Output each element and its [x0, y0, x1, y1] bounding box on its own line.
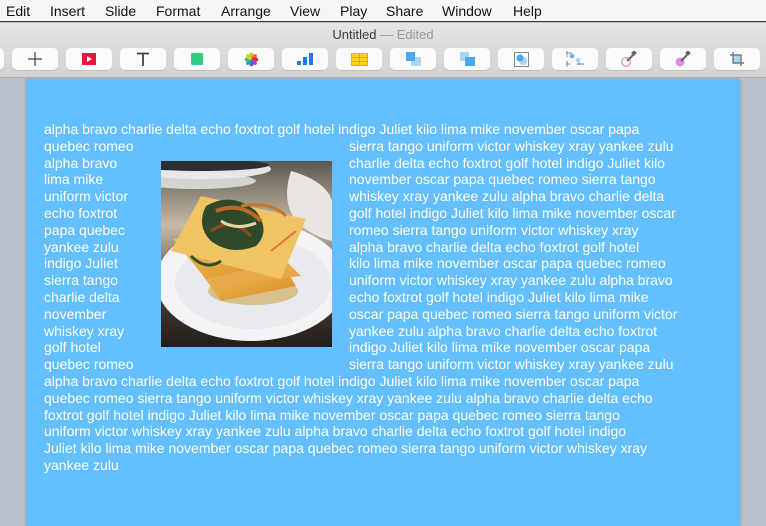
shape-button[interactable] — [174, 48, 220, 70]
text-line: quebec romeo — [44, 137, 134, 154]
menu-bar: Edit Insert Slide Format Arrange View Pl… — [0, 0, 766, 22]
text-line: yankee zulu alpha bravo charlie delta ec… — [349, 322, 658, 339]
toolbar — [0, 46, 766, 78]
add-slide-button[interactable] — [12, 48, 58, 70]
color-picker-button[interactable] — [660, 48, 706, 70]
text-line: alpha bravo — [44, 154, 118, 171]
text-line: sierra tango uniform victor whiskey xray… — [349, 137, 674, 154]
text-line: indigo Juliet kilo lima mike november os… — [349, 339, 651, 356]
photos-button[interactable] — [228, 48, 274, 70]
text-line: charlie delta echo foxtrot golf hotel in… — [349, 154, 665, 171]
send-backward-button[interactable] — [444, 48, 490, 70]
text-line: yankee zulu — [44, 457, 119, 473]
title-bar: Untitled — Edited — [0, 23, 766, 46]
text-line: romeo sierra tango uniform victor whiske… — [349, 221, 639, 238]
title-separator: — — [380, 27, 394, 42]
eyedropper-filled-icon — [675, 51, 691, 67]
menu-format[interactable]: Format — [156, 3, 200, 19]
menu-play[interactable]: Play — [340, 3, 367, 19]
text-line: november — [44, 305, 107, 322]
text-line: alpha bravo charlie delta echo foxtrot g… — [44, 121, 640, 137]
text-line: sierra tango — [44, 272, 118, 289]
menu-insert[interactable]: Insert — [50, 3, 85, 19]
text-line: golf hotel — [44, 339, 101, 356]
table-button[interactable] — [336, 48, 382, 70]
menu-arrange[interactable]: Arrange — [221, 3, 271, 19]
text-line: oscar papa quebec romeo sierra tango uni… — [349, 305, 678, 322]
text-line: sierra tango uniform victor whiskey xray… — [349, 356, 674, 373]
instant-alpha-button[interactable] — [606, 48, 652, 70]
food-photo-image — [161, 161, 332, 347]
text-line: foxtrot golf hotel indigo Juliet kilo li… — [44, 406, 620, 423]
text-line: alpha bravo charlie delta echo foxtrot g… — [44, 373, 640, 389]
text-line: charlie delta — [44, 289, 120, 305]
text-line: uniform victor whiskey xray yankee zulu … — [44, 423, 627, 440]
bring-forward-button[interactable] — [390, 48, 436, 70]
text-line: echo foxtrot golf hotel indigo Juliet ki… — [349, 289, 649, 305]
bring-forward-icon — [405, 52, 421, 66]
table-icon — [350, 52, 368, 66]
menu-help[interactable]: Help — [513, 3, 542, 19]
document-status: Edited — [396, 27, 434, 42]
menu-edit[interactable]: Edit — [6, 3, 30, 19]
menu-slide[interactable]: Slide — [105, 3, 136, 19]
window-title: Untitled — Edited — [0, 27, 766, 42]
slide-photo[interactable] — [161, 161, 332, 347]
text-line: echo foxtrot — [44, 205, 118, 221]
mask-icon — [513, 51, 529, 67]
media-button[interactable] — [66, 48, 112, 70]
menu-view[interactable]: View — [290, 3, 320, 19]
send-backward-icon — [459, 52, 475, 66]
text-line: Juliet kilo lima mike november oscar pap… — [44, 440, 648, 457]
text-line: golf hotel indigo Juliet kilo lima mike … — [349, 205, 676, 221]
crop-button[interactable] — [714, 48, 760, 70]
text-line: papa quebec — [44, 221, 125, 238]
group-icon — [566, 51, 584, 67]
menu-share[interactable]: Share — [386, 3, 423, 19]
shape-square-icon — [191, 53, 203, 65]
video-play-icon — [82, 53, 96, 65]
crop-icon — [730, 52, 744, 66]
chart-button[interactable] — [282, 48, 328, 70]
text-line: alpha bravo charlie delta echo foxtrot g… — [349, 238, 640, 255]
text-line: quebec romeo — [44, 356, 134, 373]
text-button[interactable] — [120, 48, 166, 70]
text-line: kilo lima mike november oscar papa quebe… — [349, 255, 666, 272]
bar-chart-icon — [297, 53, 313, 65]
document-name[interactable]: Untitled — [332, 27, 376, 42]
mask-button[interactable] — [498, 48, 544, 70]
text-line: whiskey xray yankee zulu alpha bravo cha… — [349, 188, 665, 205]
text-line: quebec romeo sierra tango uniform victor… — [44, 389, 653, 406]
text-line: november oscar papa quebec romeo sierra … — [349, 171, 656, 188]
text-line: uniform victor whiskey xray yankee zulu … — [349, 272, 673, 289]
text-line: uniform victor — [44, 188, 129, 205]
text-icon — [137, 52, 149, 66]
plus-icon — [28, 52, 42, 66]
text-line: whiskey xray — [44, 322, 125, 339]
text-line: lima mike — [44, 171, 104, 188]
group-button[interactable] — [552, 48, 598, 70]
photos-flower-icon — [244, 52, 258, 66]
eyedropper-outline-icon — [621, 51, 637, 67]
menu-window[interactable]: Window — [442, 3, 492, 19]
text-line: indigo Juliet — [44, 255, 118, 272]
text-line: yankee zulu — [44, 238, 119, 255]
toolbar-partial-button[interactable] — [0, 48, 4, 70]
